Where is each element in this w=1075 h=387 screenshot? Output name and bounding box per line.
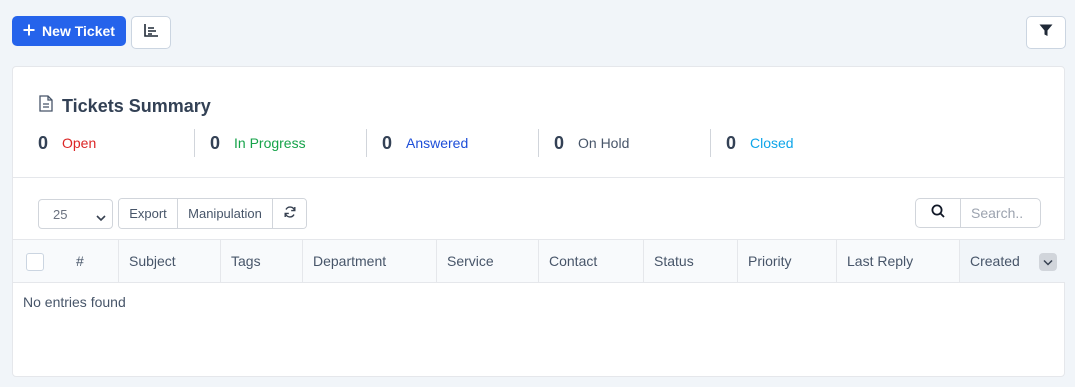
document-icon: [39, 95, 53, 117]
column-header-tags[interactable]: Tags: [221, 240, 303, 282]
export-label: Export: [129, 206, 167, 221]
section-divider: [13, 177, 1064, 178]
refresh-button[interactable]: [273, 199, 306, 228]
stat-label: On Hold: [578, 135, 630, 151]
manipulation-button[interactable]: Manipulation: [178, 199, 273, 228]
stat-closed[interactable]: 0 Closed: [726, 129, 794, 157]
page-length-select[interactable]: 25: [38, 199, 113, 229]
tickets-panel: Tickets Summary 0 Open 0 In Progress 0 A…: [12, 66, 1065, 377]
table-header: # Subject Tags Department Service Contac…: [13, 239, 1065, 283]
plus-icon: [23, 23, 35, 39]
column-header-label: Contact: [549, 253, 598, 269]
stat-divider: [366, 129, 367, 157]
column-header-label: Created: [970, 253, 1020, 269]
column-header-subject[interactable]: Subject: [119, 240, 221, 282]
stat-divider: [538, 129, 539, 157]
new-ticket-button[interactable]: New Ticket: [12, 16, 126, 46]
stat-divider: [710, 129, 711, 157]
stat-count: 0: [554, 132, 565, 153]
stat-count: 0: [210, 132, 221, 153]
stat-answered[interactable]: 0 Answered: [382, 129, 468, 157]
search-button[interactable]: [916, 199, 961, 227]
filter-icon: [1039, 24, 1053, 42]
manipulation-label: Manipulation: [188, 206, 262, 221]
stat-count: 0: [382, 132, 393, 153]
column-header-service[interactable]: Service: [437, 240, 539, 282]
select-all-checkbox[interactable]: [26, 253, 44, 271]
column-header-label: Tags: [231, 253, 261, 269]
stat-divider: [194, 129, 195, 157]
sort-descending-icon: [1039, 253, 1057, 271]
column-header-label: Last Reply: [847, 253, 914, 269]
stat-label: In Progress: [234, 135, 306, 151]
stat-label: Answered: [406, 135, 469, 151]
search-box: [915, 198, 1041, 228]
column-header-number[interactable]: #: [57, 240, 119, 282]
column-header-label: Priority: [748, 253, 792, 269]
summary-heading: Tickets Summary: [39, 95, 211, 117]
search-input[interactable]: [961, 199, 1040, 227]
column-header-status[interactable]: Status: [644, 240, 738, 282]
column-header-label: #: [76, 253, 84, 269]
column-header-label: Department: [313, 253, 387, 269]
stat-open[interactable]: 0 Open: [38, 129, 96, 157]
page-length-value: 25: [53, 206, 68, 222]
column-header-label: Status: [654, 253, 694, 269]
stat-count: 0: [38, 132, 49, 153]
stat-in-progress[interactable]: 0 In Progress: [210, 129, 306, 157]
summary-title: Tickets Summary: [62, 95, 211, 116]
stat-count: 0: [726, 132, 737, 153]
column-header-priority[interactable]: Priority: [738, 240, 837, 282]
column-header-contact[interactable]: Contact: [539, 240, 644, 282]
chevron-down-icon: [96, 210, 106, 225]
column-header-last-reply[interactable]: Last Reply: [837, 240, 960, 282]
empty-table-message: No entries found: [23, 294, 126, 310]
search-icon: [931, 204, 945, 223]
stat-on-hold[interactable]: 0 On Hold: [554, 129, 629, 157]
summary-stats: 0 Open 0 In Progress 0 Answered 0 On Hol…: [13, 129, 873, 157]
column-header-label: Service: [447, 253, 494, 269]
chart-toggle-button[interactable]: [131, 16, 171, 49]
stat-label: Open: [62, 135, 97, 151]
export-button[interactable]: Export: [119, 199, 178, 228]
column-header-department[interactable]: Department: [303, 240, 437, 282]
table-actions-group: Export Manipulation: [118, 198, 307, 229]
column-header-created[interactable]: Created: [960, 240, 1065, 282]
column-header-label: Subject: [129, 253, 176, 269]
new-ticket-label: New Ticket: [42, 23, 115, 39]
bar-chart-icon: [144, 23, 158, 42]
stat-label: Closed: [750, 135, 794, 151]
filter-button[interactable]: [1026, 16, 1066, 49]
refresh-icon: [284, 206, 296, 221]
